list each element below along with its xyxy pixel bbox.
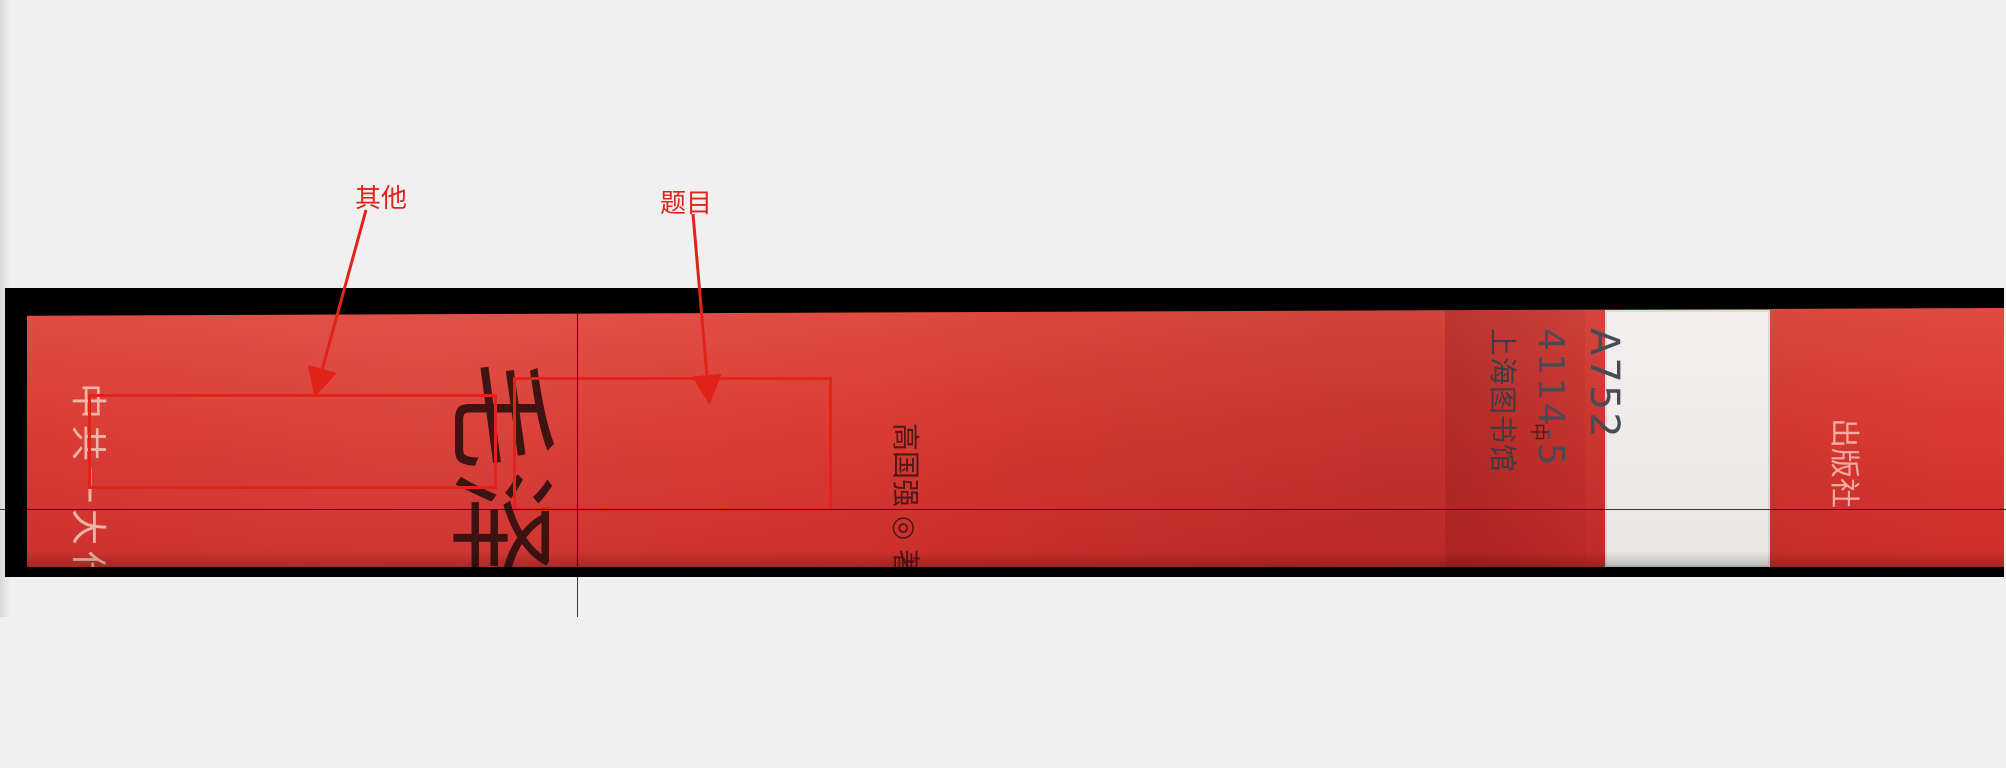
call-number-line-2: 4114-5 [1530,328,1571,468]
annotated-image-view: 中共一大代表丛书 毛泽东 高国强 ◎ 著 中 A752 4114-5 上海图书馆… [0,0,2006,617]
crosshair-vertical [577,288,578,617]
spine-title-text: 毛泽东 [436,360,564,690]
spine-bottom-shadow [27,551,2004,567]
series-text: 中共一大代表丛书 [57,383,117,567]
publisher-text: 出版社 [1826,418,1861,508]
other-annotation-label: 其他 [355,184,408,214]
call-number-text: A752 4114-5 上海图书馆 [1486,328,1627,567]
title-annotation-label: 题目 [660,189,713,219]
book-spine-photo: 中共一大代表丛书 毛泽东 高国强 ◎ 著 中 A752 4114-5 上海图书馆… [5,288,2004,577]
call-number-line-1: A752 [1581,328,1627,440]
book-spine: 中共一大代表丛书 毛泽东 高国强 ◎ 著 中 A752 4114-5 上海图书馆… [27,308,2004,567]
crosshair-horizontal [0,509,2006,510]
call-number-line-3: 上海图书馆 [1486,328,1519,474]
call-number-label [1605,310,1770,567]
